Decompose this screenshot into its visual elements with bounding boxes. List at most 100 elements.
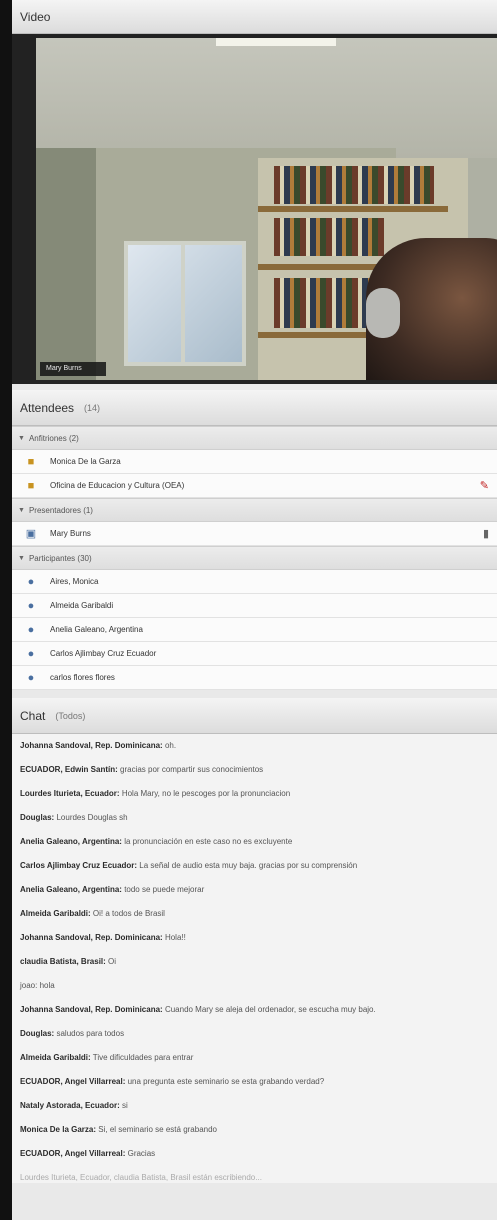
attendee-name: Oficina de Educacion y Cultura (OEA) bbox=[50, 481, 185, 490]
attendee-name: Mary Burns bbox=[50, 529, 91, 538]
chat-text: gracias por compartir sus conocimientos bbox=[120, 765, 264, 774]
video-pod-header: Video bbox=[12, 0, 497, 34]
collapse-triangle-icon: ▼ bbox=[18, 506, 25, 514]
chat-text: todo se puede mejorar bbox=[124, 885, 205, 894]
chat-text: La señal de audio esta muy baja. gracias… bbox=[139, 861, 358, 870]
attendee-row[interactable]: ● Aires, Monica bbox=[12, 570, 497, 594]
attendees-count: (14) bbox=[84, 402, 101, 413]
chat-text: saludos para todos bbox=[56, 1029, 125, 1038]
chat-text: Hola!! bbox=[164, 933, 186, 942]
chat-text: joao: hola bbox=[20, 981, 55, 990]
group-header-hosts[interactable]: ▼ Anfitriones (2) bbox=[12, 426, 497, 450]
chat-message: Douglas: saludos para todos bbox=[20, 1028, 489, 1039]
attendee-row[interactable]: ■ Oficina de Educacion y Cultura (OEA) ✎ bbox=[12, 474, 497, 498]
chat-sender: Douglas: bbox=[20, 1029, 55, 1038]
attendee-name: Monica De la Garza bbox=[50, 457, 121, 466]
chat-sender: Almeida Garibaldi: bbox=[20, 1053, 91, 1062]
chat-sender: claudia Batista, Brasil: bbox=[20, 957, 106, 966]
attendee-name: Carlos Ajlimbay Cruz Ecuador bbox=[50, 649, 157, 658]
participant-icon: ● bbox=[27, 599, 35, 612]
chat-text: la pronunciación en este caso no es excl… bbox=[124, 837, 293, 846]
group-header-presenters[interactable]: ▼ Presentadores (1) bbox=[12, 498, 497, 522]
chat-sender: Lourdes Iturieta, Ecuador: bbox=[20, 789, 120, 798]
chat-text: oh. bbox=[164, 741, 177, 750]
chat-sender: ECUADOR, Edwin Santín: bbox=[20, 765, 118, 774]
speaker-name-tag: Mary Burns bbox=[40, 362, 106, 376]
chat-text: Oi! a todos de Brasil bbox=[92, 909, 165, 918]
chat-sender: ECUADOR, Angel Villarreal: bbox=[20, 1077, 126, 1086]
chat-message: ECUADOR, Angel Villarreal: Gracias bbox=[20, 1148, 489, 1159]
ceiling bbox=[36, 38, 497, 158]
chat-text: Gracias bbox=[127, 1149, 156, 1158]
video-pod: Mary Burns bbox=[12, 34, 497, 384]
webcam-video[interactable]: Mary Burns bbox=[36, 38, 497, 380]
chat-text: Hola Mary, no le pescoges por la pronunc… bbox=[121, 789, 291, 798]
chat-message: Nataly Astorada, Ecuador: si bbox=[20, 1100, 489, 1111]
chat-text: Lourdes Douglas sh bbox=[56, 813, 128, 822]
left-edge-bar bbox=[0, 0, 12, 1220]
chat-message: Almeida Garibaldi: Oi! a todos de Brasil bbox=[20, 908, 489, 919]
chat-title: Chat bbox=[20, 708, 46, 723]
presenter-icon: ▣ bbox=[25, 528, 37, 540]
chat-text: Si, el seminario se está grabando bbox=[98, 1125, 217, 1134]
chat-text: Tive dificuldades para entrar bbox=[92, 1053, 194, 1062]
collapse-triangle-icon: ▼ bbox=[18, 554, 25, 562]
chat-message: Lourdes Iturieta, Ecuador: Hola Mary, no… bbox=[20, 788, 489, 799]
chat-message: joao: hola bbox=[20, 980, 489, 991]
chat-text: Cuando Mary se aleja del ordenador, se e… bbox=[164, 1005, 376, 1014]
chat-message: ECUADOR, Edwin Santín: gracias por compa… bbox=[20, 764, 489, 775]
chat-pod-header: Chat (Todos) bbox=[12, 698, 497, 734]
host-icon: ■ bbox=[27, 479, 35, 492]
chat-sender: Nataly Astorada, Ecuador: bbox=[20, 1101, 120, 1110]
chat-sender: Johanna Sandoval, Rep. Dominicana: bbox=[20, 741, 163, 750]
attendee-name: carlos flores flores bbox=[50, 673, 115, 682]
attendees-pod-header: Attendees (14) bbox=[12, 390, 497, 426]
attendee-row[interactable]: ■ Monica De la Garza bbox=[12, 450, 497, 474]
chat-message: Johanna Sandoval, Rep. Dominicana: Cuand… bbox=[20, 1004, 489, 1015]
chat-sender: Douglas: bbox=[20, 813, 55, 822]
attendees-pod: Attendees (14) ▼ Anfitriones (2) ■ Monic… bbox=[12, 390, 497, 690]
chat-sender: Almeida Garibaldi: bbox=[20, 909, 91, 918]
host-icon: ■ bbox=[27, 455, 35, 468]
chat-sender: Anelia Galeano, Argentina: bbox=[20, 837, 122, 846]
group-label: Participantes (30) bbox=[28, 553, 92, 563]
group-label: Anfitriones (2) bbox=[28, 433, 79, 443]
attendee-row[interactable]: ● Carlos Ajlimbay Cruz Ecuador bbox=[12, 642, 497, 666]
chat-scope[interactable]: (Todos) bbox=[55, 711, 85, 721]
chat-text: Oi bbox=[108, 957, 117, 966]
chat-message: Monica De la Garza: Si, el seminario se … bbox=[20, 1124, 489, 1135]
chat-sender: Monica De la Garza: bbox=[20, 1125, 97, 1134]
chat-messages[interactable]: Johanna Sandoval, Rep. Dominicana: oh. E… bbox=[12, 734, 497, 1183]
chat-message: ECUADOR, Angel Villarreal: una pregunta … bbox=[20, 1076, 489, 1087]
microphone-icon: ▮ bbox=[482, 528, 489, 540]
chat-sender: Anelia Galeano, Argentina: bbox=[20, 885, 122, 894]
attendee-row[interactable]: ● Anelia Galeano, Argentina bbox=[12, 618, 497, 642]
chat-message: Johanna Sandoval, Rep. Dominicana: Hola!… bbox=[20, 932, 489, 943]
chat-text: una pregunta este seminario se esta grab… bbox=[127, 1077, 325, 1086]
chat-sender: ECUADOR, Angel Villarreal: bbox=[20, 1149, 126, 1158]
chat-text: si bbox=[121, 1101, 128, 1110]
attendee-row[interactable]: ▣ Mary Burns ▮ bbox=[12, 522, 497, 546]
chat-message: Douglas: Lourdes Douglas sh bbox=[20, 812, 489, 823]
left-wall bbox=[36, 148, 96, 380]
group-header-participants[interactable]: ▼ Participantes (30) bbox=[12, 546, 497, 570]
chat-message: Anelia Galeano, Argentina: la pronunciac… bbox=[20, 836, 489, 847]
attendee-name: Aires, Monica bbox=[50, 577, 99, 586]
raised-hand-icon: ✎ bbox=[479, 480, 489, 492]
chat-message: Anelia Galeano, Argentina: todo se puede… bbox=[20, 884, 489, 895]
chat-message: claudia Batista, Brasil: Oi bbox=[20, 956, 489, 967]
meeting-panels: Video Mary Burns Attendees (14) ▼ Anfitr… bbox=[12, 0, 497, 1220]
participant-icon: ● bbox=[27, 647, 35, 660]
chat-message: Johanna Sandoval, Rep. Dominicana: oh. bbox=[20, 740, 489, 751]
attendee-row[interactable]: ● Almeida Garibaldi bbox=[12, 594, 497, 618]
shelf-1 bbox=[258, 206, 448, 212]
chat-message: Almeida Garibaldi: Tive dificuldades par… bbox=[20, 1052, 489, 1063]
books-row-2 bbox=[274, 218, 384, 256]
chat-sender: Carlos Ajlimbay Cruz Ecuador: bbox=[20, 861, 138, 870]
attendee-row[interactable]: ● carlos flores flores bbox=[12, 666, 497, 690]
books-row-1 bbox=[274, 166, 434, 204]
chat-sender: Johanna Sandoval, Rep. Dominicana: bbox=[20, 933, 163, 942]
typing-status: Lourdes Iturieta, Ecuador, claudia Batis… bbox=[20, 1173, 262, 1182]
chat-sender: Johanna Sandoval, Rep. Dominicana: bbox=[20, 1005, 163, 1014]
group-label: Presentadores (1) bbox=[28, 505, 93, 515]
